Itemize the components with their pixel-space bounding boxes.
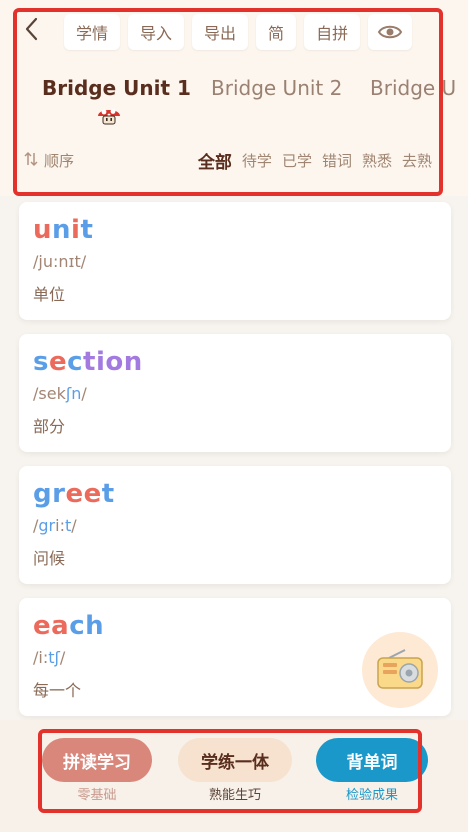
practice-sub: 熟能生巧 bbox=[208, 788, 261, 803]
word-part: t bbox=[101, 479, 115, 509]
unit-tabs: Bridge Unit 1 Bridge Unit 2 Bridge U bbox=[0, 66, 468, 126]
word-part: ee bbox=[65, 479, 102, 509]
word-part: u bbox=[33, 215, 53, 245]
word-card[interactable]: section /sekʃn/ 部分 bbox=[19, 334, 451, 452]
sort-label: 顺序 bbox=[44, 152, 75, 170]
word-part: ea bbox=[33, 611, 70, 641]
phonetic-part: n bbox=[58, 252, 69, 271]
import-button[interactable]: 导入 bbox=[128, 14, 185, 50]
word-part: tion bbox=[83, 347, 143, 377]
phonetic-part: / bbox=[81, 384, 87, 403]
filter-familiar[interactable]: 熟悉 bbox=[362, 150, 392, 171]
filter-wrong[interactable]: 错词 bbox=[322, 150, 352, 171]
phonics-sub: 零基础 bbox=[77, 788, 117, 803]
btn-group-practice: 学练一体 熟能生巧 bbox=[178, 738, 292, 803]
phonics-learning-button[interactable]: 拼读学习 bbox=[42, 738, 152, 782]
practice-button[interactable]: 学练一体 bbox=[178, 738, 292, 782]
export-button[interactable]: 导出 bbox=[192, 14, 249, 50]
chevron-left-icon[interactable] bbox=[22, 16, 42, 42]
word-part: c bbox=[67, 347, 84, 377]
word-part: gr bbox=[33, 479, 66, 509]
filter-learned[interactable]: 已学 bbox=[282, 150, 312, 171]
word-text: section bbox=[33, 346, 437, 378]
toolbar: 学情 导入 导出 简 自拼 bbox=[64, 14, 413, 50]
btn-group-phonics: 拼读学习 零基础 bbox=[42, 738, 152, 803]
phonetic-part: tʃ bbox=[48, 648, 60, 667]
word-meaning: 问候 bbox=[33, 549, 66, 568]
top-panel: 学情 导入 导出 简 自拼 Bridge Unit 1 Bridge Unit … bbox=[0, 0, 468, 196]
phonetic: /ju:nɪt/ bbox=[33, 252, 437, 271]
phonetic-part: k bbox=[56, 384, 66, 403]
filter-pending[interactable]: 待学 bbox=[242, 150, 272, 171]
phonetic-part: ʃn bbox=[65, 384, 82, 403]
word-text: each bbox=[33, 610, 437, 642]
word-part: ch bbox=[69, 611, 105, 641]
memorize-words-button[interactable]: 背单词 bbox=[316, 738, 428, 782]
eye-icon[interactable] bbox=[368, 14, 413, 50]
mushroom-icon bbox=[96, 104, 122, 126]
phonetic: /gri:t/ bbox=[33, 516, 437, 535]
word-part: n bbox=[52, 215, 72, 245]
word-part: e bbox=[48, 347, 68, 377]
phonetic-part: s bbox=[38, 384, 47, 403]
word-meaning: 部分 bbox=[33, 417, 66, 436]
word-text: unit bbox=[33, 214, 437, 246]
phonetic-part: e bbox=[46, 384, 57, 403]
word-part: s bbox=[33, 347, 49, 377]
word-meaning: 单位 bbox=[33, 285, 66, 304]
unit-tab-1[interactable]: Bridge Unit 1 bbox=[42, 76, 191, 100]
radio-icon[interactable] bbox=[362, 632, 438, 708]
simple-mode-button[interactable]: 简 bbox=[256, 14, 297, 50]
phonetic-part: / bbox=[80, 252, 87, 271]
study-stats-button[interactable]: 学情 bbox=[64, 14, 121, 50]
sort-control[interactable]: 顺序 bbox=[24, 150, 74, 171]
phonetic-part: / bbox=[71, 516, 77, 535]
filter-unfamiliarize[interactable]: 去熟 bbox=[402, 150, 432, 171]
phonetic-part: i: bbox=[38, 648, 49, 667]
filter-all[interactable]: 全部 bbox=[198, 148, 232, 173]
self-spell-button[interactable]: 自拼 bbox=[304, 14, 361, 50]
word-text: greet bbox=[33, 478, 437, 510]
word-part: t bbox=[80, 215, 94, 245]
filter-tabs: 全部 待学 已学 错词 熟悉 去熟 bbox=[198, 148, 432, 173]
btn-group-memorize: 背单词 检验成果 bbox=[316, 738, 428, 803]
word-card[interactable]: greet /gri:t/ 问候 bbox=[19, 466, 451, 584]
phonetic-part: gr bbox=[38, 516, 56, 535]
unit-tab-3[interactable]: Bridge U bbox=[370, 76, 456, 100]
phonetic-part: / bbox=[59, 648, 66, 667]
phonetic-part: i: bbox=[55, 516, 65, 535]
memorize-sub: 检验成果 bbox=[345, 788, 398, 803]
phonetic-part: ju: bbox=[38, 252, 59, 271]
sort-arrows-icon bbox=[24, 151, 38, 171]
phonetic: /sekʃn/ bbox=[33, 384, 437, 403]
unit-tab-2[interactable]: Bridge Unit 2 bbox=[211, 76, 342, 100]
word-card[interactable]: unit /ju:nɪt/ 单位 bbox=[19, 202, 451, 320]
